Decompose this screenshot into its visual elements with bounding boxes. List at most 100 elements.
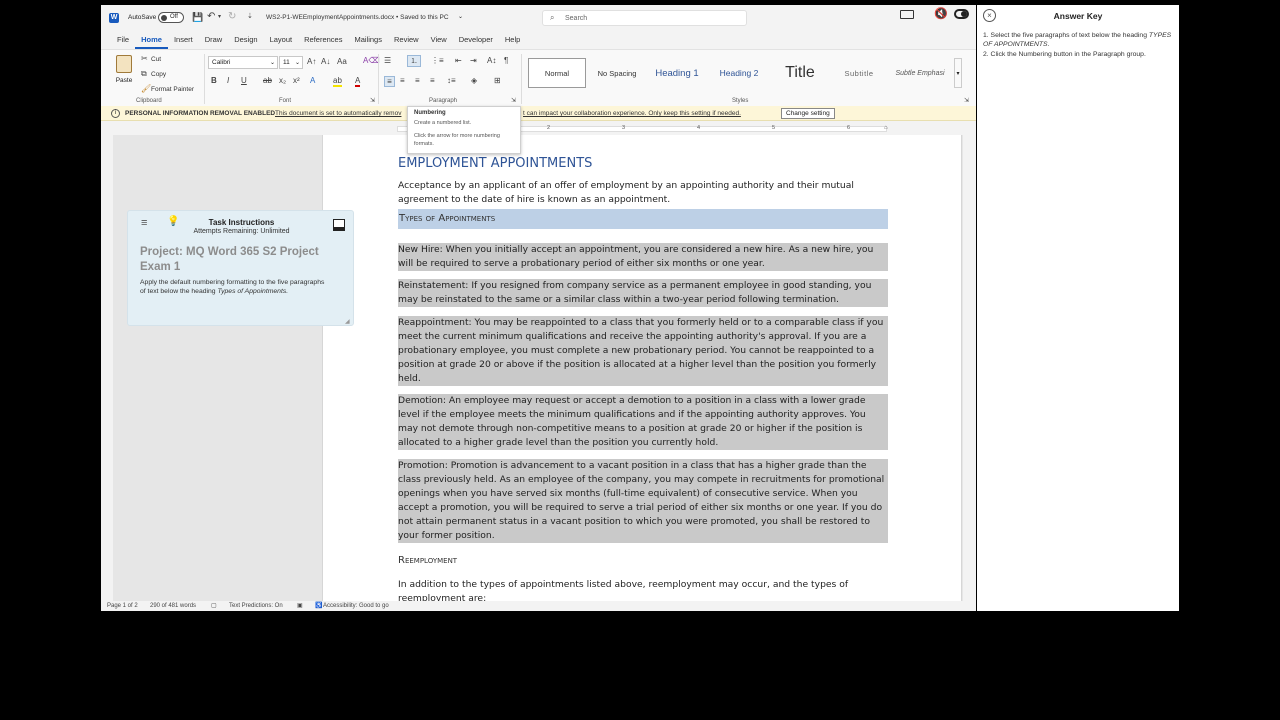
- text-predictions[interactable]: Text Predictions: On: [229, 601, 283, 611]
- document-heading[interactable]: EMPLOYMENT APPOINTMENTS: [398, 156, 888, 172]
- message-text-right[interactable]: t can impact your collaboration experien…: [523, 106, 741, 121]
- underline-icon[interactable]: U: [241, 76, 247, 85]
- intro-paragraph[interactable]: Acceptance by an applicant of an offer o…: [398, 179, 888, 207]
- cut-button[interactable]: Cut: [151, 56, 161, 63]
- accessibility-icon[interactable]: ♿: [315, 601, 322, 611]
- mute-icon[interactable]: 🔇: [934, 7, 948, 20]
- info-icon: i: [111, 109, 120, 118]
- tab-layout[interactable]: Layout: [264, 31, 299, 49]
- outro-paragraph[interactable]: In addition to the types of appointments…: [398, 578, 888, 601]
- show-formatting-icon[interactable]: ¶: [504, 56, 508, 65]
- bullets-icon[interactable]: ☰: [384, 56, 391, 65]
- document-title[interactable]: WS2-P1-WEEmploymentAppointments.docx • S…: [266, 14, 449, 21]
- font-name-value: Calibri: [212, 59, 231, 66]
- right-indent-marker[interactable]: ⌂: [884, 125, 888, 131]
- paragraph-new-hire[interactable]: New Hire: When you initially accept an a…: [398, 243, 888, 271]
- style-subtle-emphasis[interactable]: Subtle Emphasi: [890, 58, 950, 88]
- format-painter-button[interactable]: Format Painter: [151, 86, 194, 93]
- font-size-dropdown[interactable]: 11 ⌄: [279, 56, 303, 69]
- align-left-icon[interactable]: ≡: [384, 76, 395, 87]
- message-text-left[interactable]: This document is set to automatically re…: [275, 106, 401, 121]
- search-placeholder: Search: [565, 15, 588, 22]
- paragraph-reappointment[interactable]: Reappointment: You may be reappointed to…: [398, 316, 888, 386]
- increase-indent-icon[interactable]: ⇥: [470, 56, 477, 65]
- tab-file[interactable]: File: [111, 31, 135, 49]
- strikethrough-icon[interactable]: ab: [263, 76, 272, 85]
- paragraph-reinstatement[interactable]: Reinstatement: If you resigned from comp…: [398, 279, 888, 307]
- paragraph-demotion[interactable]: Demotion: An employee may request or acc…: [398, 394, 888, 450]
- sort-icon[interactable]: A↕: [487, 56, 496, 65]
- copy-button[interactable]: Copy: [151, 71, 166, 78]
- decrease-indent-icon[interactable]: ⇤: [455, 56, 462, 65]
- tab-mailings[interactable]: Mailings: [348, 31, 388, 49]
- undo-icon[interactable]: ↶: [207, 11, 215, 22]
- font-dialog-launcher-icon[interactable]: ⇲: [370, 97, 375, 104]
- paste-label: Paste: [115, 77, 133, 84]
- redo-icon[interactable]: ↻: [228, 11, 236, 22]
- section-heading[interactable]: Types of Appointments: [398, 209, 888, 229]
- proofing-icon[interactable]: ▢: [211, 601, 217, 611]
- tab-help[interactable]: Help: [499, 31, 526, 49]
- font-name-dropdown[interactable]: Calibri ⌄: [208, 56, 278, 69]
- copy-icon[interactable]: ⧉: [141, 69, 147, 79]
- tab-developer[interactable]: Developer: [453, 31, 499, 49]
- shading-icon[interactable]: ◈: [471, 76, 477, 85]
- style-normal[interactable]: Normal: [528, 58, 586, 88]
- text-effects-icon[interactable]: A: [310, 76, 315, 85]
- font-color-icon[interactable]: A: [355, 76, 361, 87]
- superscript-icon[interactable]: x²: [293, 76, 300, 85]
- tab-references[interactable]: References: [298, 31, 348, 49]
- line-spacing-icon[interactable]: ↕≡: [447, 76, 456, 85]
- grow-font-icon[interactable]: A↑: [307, 57, 316, 66]
- macro-icon[interactable]: ▣: [297, 601, 303, 611]
- align-right-icon[interactable]: ≡: [415, 76, 420, 85]
- change-case-icon[interactable]: Aa: [337, 57, 347, 66]
- styles-dialog-launcher-icon[interactable]: ⇲: [964, 97, 969, 104]
- align-center-icon[interactable]: ≡: [400, 76, 405, 85]
- highlight-icon[interactable]: ab: [333, 76, 342, 87]
- borders-icon[interactable]: ⊞: [494, 76, 501, 85]
- bold-icon[interactable]: B: [211, 76, 217, 85]
- tab-insert[interactable]: Insert: [168, 31, 199, 49]
- search-box[interactable]: ⌕ Search: [542, 10, 747, 26]
- format-painter-icon[interactable]: 🖌: [141, 84, 151, 93]
- italic-icon[interactable]: I: [227, 76, 229, 85]
- reemployment-heading[interactable]: Reemployment: [398, 554, 888, 568]
- accessibility-status[interactable]: Accessibility: Good to go: [323, 601, 389, 611]
- paragraph-promotion[interactable]: Promotion: Promotion is advancement to a…: [398, 459, 888, 543]
- title-dropdown-icon[interactable]: ⌄: [458, 13, 463, 20]
- tab-home[interactable]: Home: [135, 31, 168, 49]
- style-heading-1[interactable]: Heading 1: [648, 58, 706, 88]
- style-no-spacing[interactable]: No Spacing: [590, 58, 644, 88]
- ruler-mark: 5: [772, 125, 776, 131]
- style-heading-2[interactable]: Heading 2: [710, 58, 768, 88]
- tab-review[interactable]: Review: [388, 31, 425, 49]
- multilevel-list-icon[interactable]: ⋮≡: [431, 56, 444, 65]
- undo-dropdown-icon[interactable]: ▾: [218, 13, 221, 20]
- change-setting-button[interactable]: Change setting: [781, 108, 835, 119]
- customize-toolbar-icon[interactable]: ⇣: [247, 12, 253, 20]
- tab-view[interactable]: View: [425, 31, 453, 49]
- page-count[interactable]: Page 1 of 2: [107, 601, 138, 611]
- tab-design[interactable]: Design: [228, 31, 263, 49]
- autosave-toggle[interactable]: Off: [158, 12, 184, 23]
- style-subtitle[interactable]: Subtitle: [832, 58, 886, 88]
- resize-handle-icon[interactable]: ◢: [345, 318, 350, 325]
- numbering-icon[interactable]: ⒈: [407, 55, 421, 67]
- cut-icon[interactable]: ✂: [141, 54, 148, 63]
- toggle-icon[interactable]: [954, 9, 969, 19]
- document-page[interactable]: EMPLOYMENT APPOINTMENTS Acceptance by an…: [322, 135, 962, 601]
- shrink-font-icon[interactable]: A↓: [321, 57, 330, 66]
- word-count[interactable]: 290 of 481 words: [150, 601, 196, 611]
- paste-button[interactable]: Paste: [113, 55, 135, 93]
- save-icon[interactable]: 💾: [192, 12, 203, 23]
- subscript-icon[interactable]: x₂: [279, 76, 286, 85]
- tab-draw[interactable]: Draw: [199, 31, 229, 49]
- styles-more-button[interactable]: ▾: [954, 58, 962, 88]
- paragraph-dialog-launcher-icon[interactable]: ⇲: [511, 97, 516, 104]
- keyboard-icon[interactable]: [900, 10, 914, 19]
- minimize-icon[interactable]: [333, 219, 345, 231]
- justify-icon[interactable]: ≡: [430, 76, 435, 85]
- style-title[interactable]: Title: [772, 58, 828, 88]
- styles-gallery: Normal No Spacing Heading 1 Heading 2 Ti…: [526, 50, 966, 96]
